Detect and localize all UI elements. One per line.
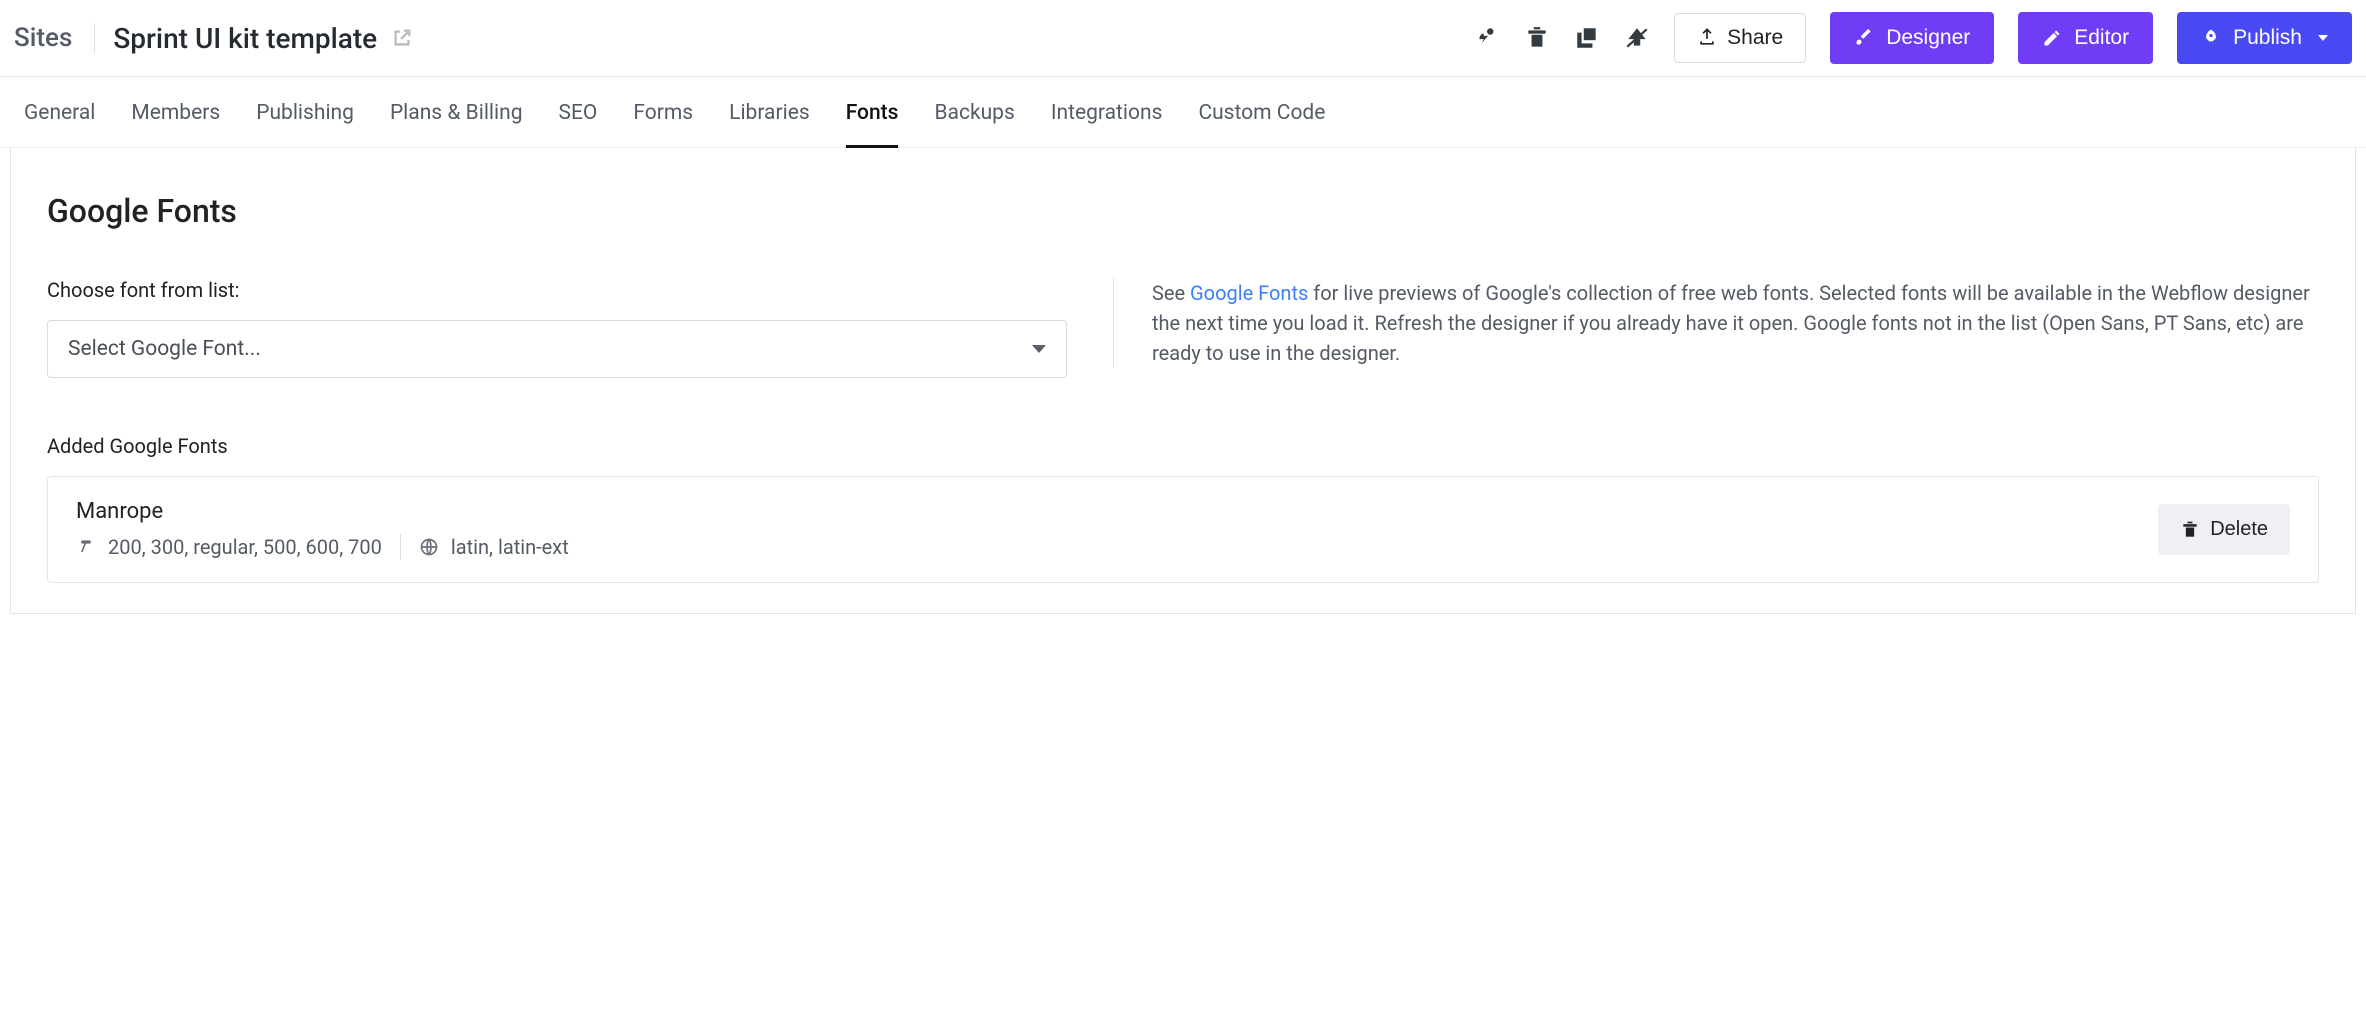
topbar-actions: Share Designer Editor Publish xyxy=(1474,12,2352,64)
designer-button[interactable]: Designer xyxy=(1830,12,1994,64)
select-placeholder: Select Google Font... xyxy=(68,337,261,361)
tab-custom-code[interactable]: Custom Code xyxy=(1198,77,1325,147)
trash-icon[interactable] xyxy=(1524,25,1550,51)
tab-backups[interactable]: Backups xyxy=(934,77,1014,147)
trash-icon xyxy=(2180,520,2200,540)
delete-label: Delete xyxy=(2210,518,2268,541)
editor-label: Editor xyxy=(2074,26,2129,50)
tab-members[interactable]: Members xyxy=(131,77,220,147)
tab-plans-billing[interactable]: Plans & Billing xyxy=(390,77,523,147)
tab-publishing[interactable]: Publishing xyxy=(256,77,354,147)
duplicate-icon[interactable] xyxy=(1574,25,1600,51)
delete-font-button[interactable]: Delete xyxy=(2158,504,2290,555)
tab-integrations[interactable]: Integrations xyxy=(1051,77,1163,147)
rocket-icon xyxy=(2201,28,2221,48)
open-external-icon[interactable] xyxy=(391,27,413,49)
settings-tabs: General Members Publishing Plans & Billi… xyxy=(0,77,2366,148)
fonts-panel: Google Fonts Choose font from list: Sele… xyxy=(10,148,2356,614)
share-icon xyxy=(1697,28,1717,48)
site-title-wrap: Sprint UI kit template xyxy=(113,22,413,55)
divider xyxy=(400,534,401,560)
tab-seo[interactable]: SEO xyxy=(559,77,598,147)
brush-icon xyxy=(1854,28,1874,48)
editor-button[interactable]: Editor xyxy=(2018,12,2153,64)
pencil-icon xyxy=(2042,28,2062,48)
topbar: Sites Sprint UI kit template Share Desig… xyxy=(0,0,2366,77)
google-font-select[interactable]: Select Google Font... xyxy=(47,320,1067,378)
globe-icon xyxy=(419,537,439,557)
site-title: Sprint UI kit template xyxy=(113,22,377,55)
choose-font-label: Choose font from list: xyxy=(47,278,1067,302)
font-weights: 200, 300, regular, 500, 600, 700 xyxy=(108,535,382,559)
help-text: See Google Fonts for live previews of Go… xyxy=(1152,278,2319,368)
font-variant-icon xyxy=(76,537,96,557)
share-button[interactable]: Share xyxy=(1674,13,1806,63)
font-subsets: latin, latin-ext xyxy=(451,535,569,559)
panel-heading: Google Fonts xyxy=(47,192,2319,230)
tab-fonts[interactable]: Fonts xyxy=(846,77,899,147)
designer-label: Designer xyxy=(1886,26,1970,50)
tab-libraries[interactable]: Libraries xyxy=(729,77,810,147)
font-name: Manrope xyxy=(76,499,569,524)
tab-forms[interactable]: Forms xyxy=(633,77,693,147)
share-label: Share xyxy=(1727,26,1783,50)
sites-breadcrumb[interactable]: Sites xyxy=(14,23,95,53)
publish-label: Publish xyxy=(2233,26,2302,50)
google-fonts-link[interactable]: Google Fonts xyxy=(1190,281,1308,305)
publish-button[interactable]: Publish xyxy=(2177,12,2352,64)
chevron-down-icon xyxy=(2318,35,2328,41)
added-fonts-label: Added Google Fonts xyxy=(47,434,2319,458)
font-card: Manrope 200, 300, regular, 500, 600, 700… xyxy=(47,476,2319,583)
restore-icon[interactable] xyxy=(1474,25,1500,51)
chevron-down-icon xyxy=(1032,345,1046,353)
tab-general[interactable]: General xyxy=(24,77,95,147)
unpublish-icon[interactable] xyxy=(1624,25,1650,51)
